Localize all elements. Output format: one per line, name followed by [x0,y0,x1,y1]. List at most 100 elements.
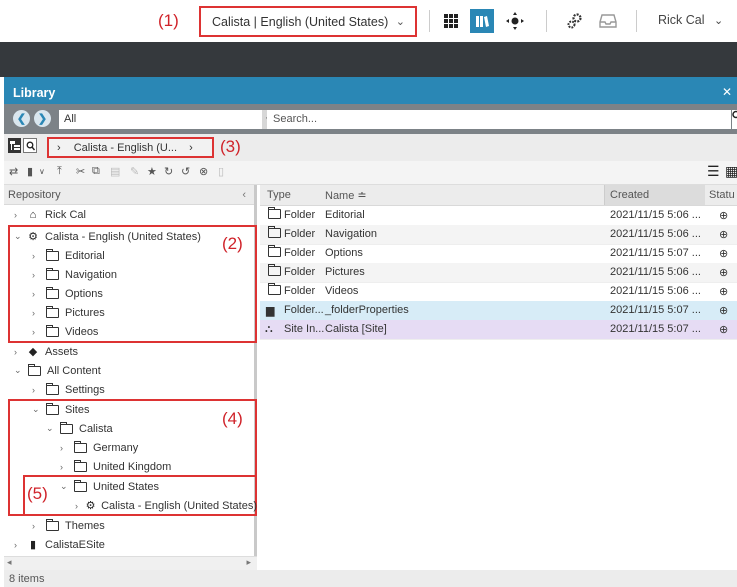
tree-item-calista-english[interactable]: ⌄ ⚙ Calista - English (United States) [14,227,201,246]
close-icon[interactable]: ✕ [722,85,732,99]
search-icon[interactable] [732,110,737,129]
tree-item-germany[interactable]: › Germany [60,438,138,457]
search-mode-icon[interactable] [23,138,37,153]
user-menu[interactable]: Rick Cal ⌄ [658,13,723,27]
sync-icon[interactable]: ↻ [164,165,173,178]
table-row[interactable]: ⛬ Site In... Calista [Site] 2021/11/15 5… [260,320,737,340]
tree-item-calistaesite[interactable]: › ▮ CalistaESite [14,535,105,554]
chevron-right-icon[interactable]: › [32,251,42,261]
paste-icon[interactable]: ▤ [110,165,120,178]
scroll-right-icon[interactable]: ▸ [246,557,251,568]
chevron-down-icon[interactable]: ⌄ [46,423,56,434]
row-type: Folder [284,285,316,297]
tree-item-navigation[interactable]: › Navigation [32,265,117,284]
chevron-right-icon[interactable]: › [60,462,70,472]
site-selector[interactable]: Calista | English (United States) ⌄ [199,6,417,37]
apps-grid-icon[interactable] [439,9,463,33]
table-row[interactable]: Folder Editorial 2021/11/15 5:06 ... ⊕ [260,206,737,226]
chevron-right-icon[interactable]: › [14,540,24,550]
folder-icon [46,382,59,395]
chevron-right-icon[interactable]: › [32,289,42,299]
move-icon[interactable]: ⇄ [9,165,18,178]
column-header-type[interactable]: Type [267,189,291,201]
header-band [0,42,737,77]
divider [636,10,637,32]
table-row[interactable]: ▆ Folder... _folderProperties 2021/11/15… [260,301,737,321]
user-name: Rick Cal [658,13,705,27]
back-arrow-icon[interactable]: ❮ [13,110,30,127]
search-input[interactable]: Search... [267,110,731,129]
tree-item-united-kingdom[interactable]: › United Kingdom [60,457,171,476]
scroll-left-icon[interactable]: ◂ [7,557,12,568]
cut-icon[interactable]: ✂ [76,165,85,178]
tree-item-editorial[interactable]: › Editorial [32,246,105,265]
table-row[interactable]: Folder Options 2021/11/15 5:07 ... ⊕ [260,244,737,264]
tree-item-calista[interactable]: ⌄ Calista [46,419,113,438]
thumbnail-view-icon[interactable]: ▦ [725,163,737,180]
inbox-icon[interactable] [596,9,620,33]
tree-item-calista-english-us[interactable]: › ⚙ Calista - English (United States) [75,496,257,515]
chevron-down-icon[interactable]: ⌄ [14,231,24,242]
gears-icon[interactable] [563,9,587,33]
copy-icon[interactable]: ⧉ [92,165,100,178]
folder-properties-icon: ▆ [266,305,275,317]
breadcrumb-item[interactable]: Calista - English (U... [74,142,177,154]
row-type: Folder [284,266,316,278]
chevron-right-icon[interactable]: › [75,501,83,511]
chevron-right-icon[interactable]: › [14,347,24,357]
column-header-name[interactable]: Name ≐ [325,189,367,202]
collapse-panel-icon[interactable]: ‹ [242,189,246,201]
chevron-right-icon[interactable]: › [60,443,70,453]
chevron-down-icon[interactable]: ⌄ [60,481,70,492]
chevron-right-icon[interactable]: › [14,210,24,220]
upload-icon[interactable]: ⤒ [57,165,62,178]
table-row[interactable]: Folder Navigation 2021/11/15 5:06 ... ⊕ [260,225,737,245]
new-content-icon[interactable]: ▮ [27,165,33,178]
tree-item-united-states[interactable]: ⌄ United States [60,477,159,496]
star-icon[interactable]: ★ [147,165,157,178]
chevron-down-icon[interactable]: ⌄ [14,365,24,376]
library-icon[interactable] [470,9,494,33]
tree-item-assets[interactable]: › ◆ Assets [14,342,78,361]
search-scope-select[interactable]: All ▼ [59,110,275,129]
tree-item-label: Rick Cal [45,208,86,221]
chevron-right-icon[interactable]: › [32,385,42,395]
tree-item-options[interactable]: › Options [32,284,103,303]
forward-arrow-icon[interactable]: ❯ [34,110,51,127]
tree-item-themes[interactable]: › Themes [32,516,105,535]
chevron-right-icon[interactable]: › [32,270,42,280]
table-row[interactable]: Folder Videos 2021/11/15 5:06 ... ⊕ [260,282,737,302]
sync-children-icon[interactable]: ↺ [181,165,190,178]
chevron-right-icon[interactable]: › [32,521,42,531]
tree-item-settings[interactable]: › Settings [32,380,105,399]
delete-icon[interactable]: ▯ [218,165,224,178]
breadcrumb[interactable]: › Calista - English (U... › [47,137,214,158]
tree-item-label: Assets [45,345,79,358]
row-name: _folderProperties [325,304,409,316]
tree-view-icon[interactable] [8,138,21,153]
chevron-right-icon[interactable]: › [32,308,42,318]
content-grid: Type Name ≐ Created Statu Folder Editori… [260,185,737,570]
row-type: Folder [284,228,316,240]
target-icon[interactable] [503,9,527,33]
table-row[interactable]: Folder Pictures 2021/11/15 5:06 ... ⊕ [260,263,737,283]
status-globe-icon: ⊕ [719,267,729,279]
folder-icon [46,402,59,415]
search-scope-value: All [64,113,77,125]
tree-item-pictures[interactable]: › Pictures [32,303,105,322]
folder-icon [268,226,281,238]
chevron-down-icon[interactable]: ⌄ [32,404,42,415]
status-globe-icon: ⊕ [719,324,729,336]
tree-item-all-content[interactable]: ⌄ All Content [14,361,101,380]
chevron-right-icon[interactable]: › [32,327,42,337]
chevron-down-icon[interactable]: ∨ [39,167,45,176]
column-header-status[interactable]: Statu [709,189,735,201]
edit-icon[interactable]: ✎ [130,165,139,178]
tree-scrollbar[interactable]: ◂ ▸ [4,556,257,570]
clear-filter-icon[interactable]: ⊗ [199,165,208,178]
list-view-icon[interactable]: ☰ [707,163,720,180]
tree-item-videos[interactable]: › Videos [32,322,98,341]
tree-item-sites[interactable]: ⌄ Sites [32,400,89,419]
tree-item-rick-cal[interactable]: › ⌂ Rick Cal [14,205,86,224]
column-header-created[interactable]: Created [610,189,649,201]
